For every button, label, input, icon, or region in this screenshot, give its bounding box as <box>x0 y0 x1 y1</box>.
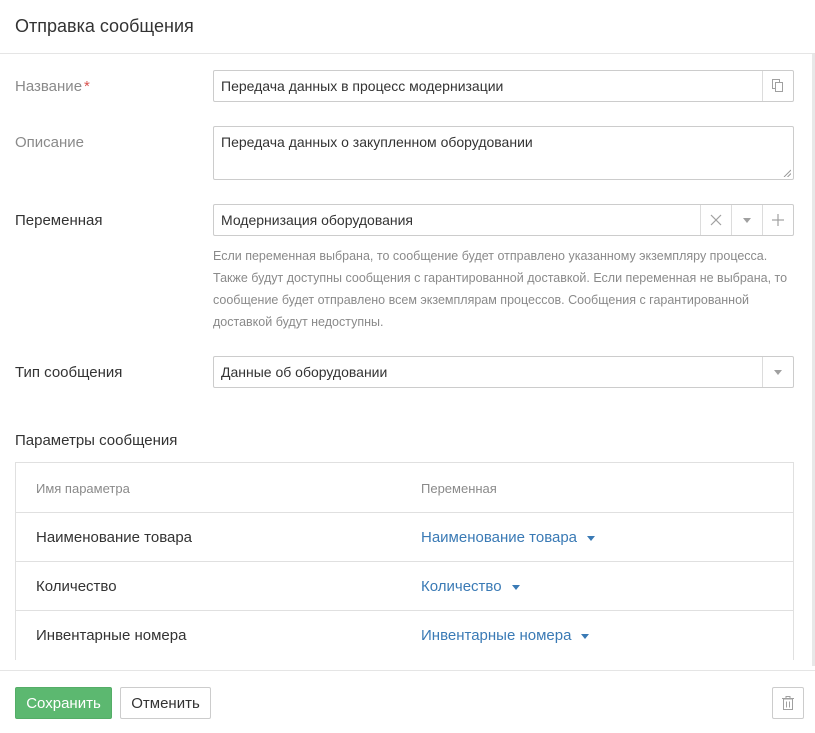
message-type-dropdown-button[interactable] <box>762 357 793 387</box>
message-type-value: Данные об оборудовании <box>221 364 388 380</box>
description-textarea[interactable]: Передача данных о закупленном оборудован… <box>213 126 794 180</box>
name-label-text: Название <box>15 78 83 95</box>
param-variable-value: Наименование товара <box>421 529 578 546</box>
param-variable-dropdown[interactable]: Инвентарные номера <box>421 627 590 644</box>
clear-icon <box>710 214 722 226</box>
table-row: Инвентарные номера Инвентарные номера <box>16 611 793 660</box>
variable-select-value: Модернизация оборудования <box>221 212 414 228</box>
variable-hint: Если переменная выбрана, то сообщение бу… <box>213 249 788 329</box>
add-variable-button[interactable] <box>762 205 793 235</box>
param-name: Инвентарные номера <box>36 627 187 644</box>
name-field[interactable]: Передача данных в процесс модернизации <box>213 70 794 102</box>
chevron-down-icon <box>774 369 782 375</box>
name-field-value: Передача данных в процесс модернизации <box>221 78 504 94</box>
caret-down-icon <box>581 634 590 639</box>
params-table: Имя параметра Переменная Наименование то… <box>15 462 794 660</box>
caret-down-icon <box>587 536 596 541</box>
dialog-header: Отправка сообщения <box>0 0 815 54</box>
param-name: Количество <box>36 578 117 595</box>
description-label: Описание <box>15 134 85 151</box>
variable-dropdown-button[interactable] <box>731 205 762 235</box>
caret-down-icon <box>511 585 520 590</box>
cancel-button[interactable]: Отменить <box>120 687 211 719</box>
trash-icon <box>782 696 794 710</box>
clear-variable-button[interactable] <box>700 205 731 235</box>
column-header-variable: Переменная <box>421 481 497 496</box>
resize-grip-icon[interactable] <box>783 169 791 177</box>
dialog-footer: Сохранить Отменить <box>0 670 815 733</box>
plus-icon <box>772 214 784 226</box>
params-section-title: Параметры сообщения <box>15 432 178 449</box>
save-button[interactable]: Сохранить <box>15 687 112 719</box>
params-table-header: Имя параметра Переменная <box>16 463 793 513</box>
dialog-title: Отправка сообщения <box>15 16 194 36</box>
delete-button[interactable] <box>772 687 804 719</box>
copy-button[interactable] <box>762 71 793 101</box>
required-mark: * <box>84 78 90 95</box>
copy-icon <box>772 79 783 92</box>
message-type-select[interactable]: Данные об оборудовании <box>213 356 794 388</box>
param-name: Наименование товара <box>36 529 193 546</box>
param-variable-dropdown[interactable]: Количество <box>421 578 520 595</box>
table-row: Количество Количество <box>16 562 793 611</box>
param-variable-value: Количество <box>421 578 502 595</box>
chevron-down-icon <box>743 217 751 223</box>
param-variable-dropdown[interactable]: Наименование товара <box>421 529 596 546</box>
column-header-param-name: Имя параметра <box>36 481 130 496</box>
message-type-label: Тип сообщения <box>15 364 123 381</box>
variable-select[interactable]: Модернизация оборудования <box>213 204 794 236</box>
name-label: Название * <box>15 78 90 95</box>
param-variable-value: Инвентарные номера <box>421 627 572 644</box>
table-row: Наименование товара Наименование товара <box>16 513 793 562</box>
variable-label: Переменная <box>15 212 103 229</box>
description-textarea-value: Передача данных о закупленном оборудован… <box>221 134 533 150</box>
